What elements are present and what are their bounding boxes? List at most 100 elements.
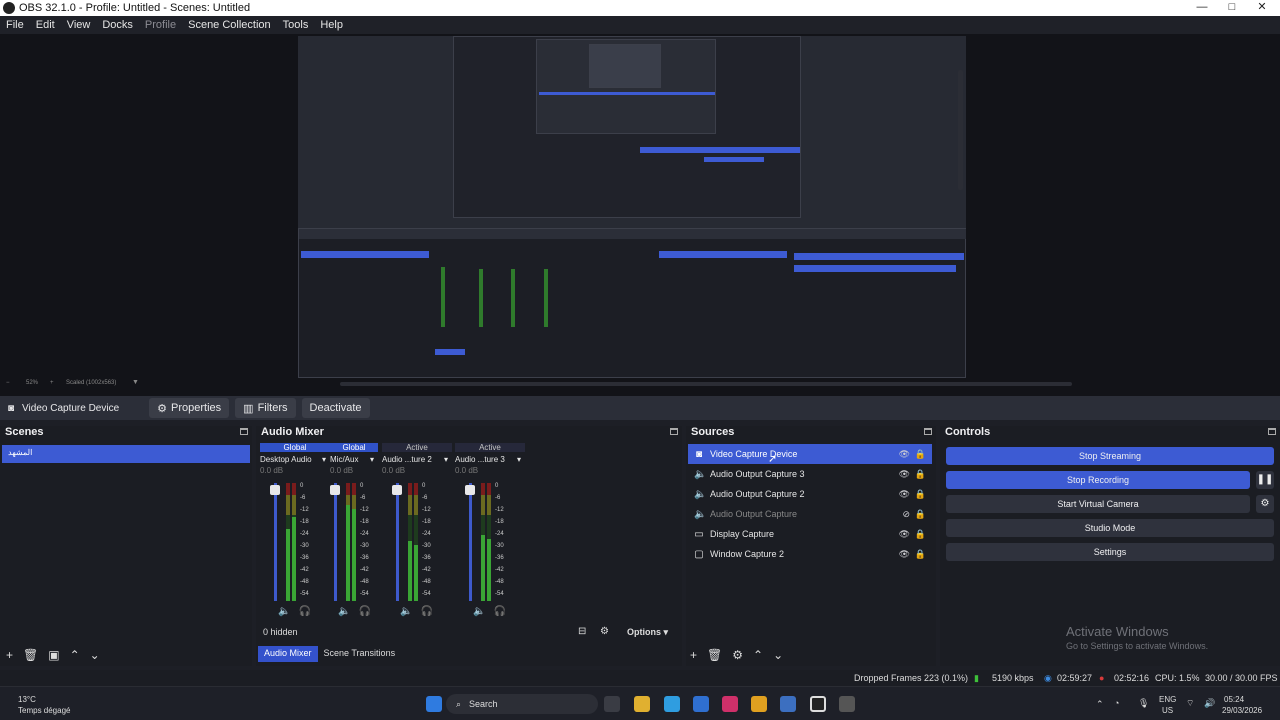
menu-docks[interactable]: Docks (102, 19, 133, 31)
speaker-icon[interactable]: 🔈 (278, 606, 290, 617)
deactivate-button[interactable]: Deactivate (301, 398, 370, 418)
strip-name[interactable]: Desktop Audio ▾ (260, 455, 330, 464)
close-button[interactable]: ✕ (1248, 0, 1276, 16)
mixer-advanced-icon[interactable]: ⚙ (600, 626, 609, 637)
edge-icon[interactable] (664, 696, 680, 712)
tray-wifi-icon[interactable]: ⌔ (1186, 698, 1194, 709)
studio-mode-button[interactable]: Studio Mode (946, 519, 1274, 537)
fader-handle[interactable] (330, 485, 340, 495)
source-item-audio-output-3[interactable]: 🔈 Audio Output Capture 3 👁 🔒 (688, 464, 932, 484)
mixer-layout-icon[interactable]: ⊟ (578, 626, 586, 637)
chrome-icon[interactable] (751, 696, 767, 712)
eye-icon[interactable]: 👁 (899, 549, 910, 560)
start-virtual-camera-button[interactable]: Start Virtual Camera (946, 495, 1250, 513)
undock-icon[interactable] (1268, 428, 1276, 435)
headphones-icon[interactable]: 🎧 (420, 606, 432, 617)
clock-time[interactable]: 05:24 (1224, 695, 1244, 704)
scene-filters-icon[interactable]: ▣ (48, 648, 59, 662)
move-up-icon[interactable]: ⌃ (753, 648, 763, 662)
minimize-button[interactable]: — (1188, 0, 1216, 16)
add-scene-icon[interactable]: + (6, 648, 13, 662)
preview-canvas[interactable] (298, 36, 966, 378)
tray-chevron-icon[interactable]: ⌃ (1096, 699, 1104, 710)
scene-item[interactable]: المشهد (2, 445, 250, 463)
volume-fader[interactable] (392, 483, 402, 601)
file-explorer-icon[interactable] (634, 696, 650, 712)
fader-handle[interactable] (465, 485, 475, 495)
lock-icon[interactable]: 🔒 (915, 449, 926, 460)
chevron-down-icon[interactable]: ▾ (444, 455, 448, 464)
undock-icon[interactable] (924, 428, 932, 435)
lock-icon[interactable]: 🔒 (915, 509, 926, 520)
lock-icon[interactable]: 🔒 (915, 529, 926, 540)
source-item-audio-output[interactable]: 🔈 Audio Output Capture ⊘ 🔒 (688, 504, 932, 524)
eye-icon[interactable]: 👁 (899, 449, 910, 460)
eye-icon[interactable]: 👁 (899, 489, 910, 500)
zoom-dropdown-icon[interactable]: ▼ (132, 379, 139, 386)
speaker-icon[interactable]: 🔈 (473, 606, 485, 617)
menu-tools[interactable]: Tools (283, 19, 309, 31)
settings-taskbar-icon[interactable] (839, 696, 855, 712)
headphones-icon[interactable]: 🎧 (358, 606, 370, 617)
windows-start-icon[interactable] (426, 696, 442, 712)
lock-icon[interactable]: 🔒 (915, 489, 926, 500)
fader-handle[interactable] (392, 485, 402, 495)
tab-scene-transitions[interactable]: Scene Transitions (318, 646, 402, 662)
undock-icon[interactable] (670, 428, 678, 435)
eye-icon[interactable]: 👁 (899, 469, 910, 480)
zoom-out-icon[interactable]: − (6, 380, 10, 386)
task-view-icon[interactable] (604, 696, 620, 712)
move-down-icon[interactable]: ⌄ (90, 648, 100, 662)
menu-help[interactable]: Help (320, 19, 343, 31)
remove-source-icon[interactable]: 🗑 (707, 648, 722, 662)
tray-network-icon[interactable]: ◔ (1114, 698, 1119, 708)
clock-date[interactable]: 29/03/2026 (1222, 706, 1262, 715)
headphones-icon[interactable]: 🎧 (493, 606, 505, 617)
pause-icon[interactable]: ❚❚ (1256, 471, 1274, 489)
menu-profile[interactable]: Profile (145, 19, 176, 31)
fader-handle[interactable] (270, 485, 280, 495)
headphones-icon[interactable]: 🎧 (298, 606, 310, 617)
volume-fader[interactable] (330, 483, 340, 601)
obs-taskbar-icon[interactable] (810, 696, 826, 712)
taskbar-search[interactable]: ⌕ Search (446, 694, 598, 714)
preview-horizontal-scrollbar[interactable] (340, 382, 1072, 386)
chevron-down-icon[interactable]: ▾ (322, 455, 326, 464)
stop-recording-button[interactable]: Stop Recording (946, 471, 1250, 489)
undock-icon[interactable] (240, 428, 248, 435)
volume-fader[interactable] (465, 483, 475, 601)
menu-edit[interactable]: Edit (36, 19, 55, 31)
menu-scene-collection[interactable]: Scene Collection (188, 19, 271, 31)
tray-volume-icon[interactable]: 🔊 (1204, 698, 1215, 709)
tab-audio-mixer[interactable]: Audio Mixer (258, 646, 318, 662)
lock-icon[interactable]: 🔒 (915, 469, 926, 480)
app-icon[interactable] (780, 696, 796, 712)
move-up-icon[interactable]: ⌃ (70, 648, 80, 662)
gear-icon[interactable]: ⚙ (1256, 495, 1274, 513)
store-icon[interactable] (693, 696, 709, 712)
instagram-icon[interactable] (722, 696, 738, 712)
mixer-options-button[interactable]: Options ▾ (627, 627, 668, 638)
stop-streaming-button[interactable]: Stop Streaming (946, 447, 1274, 465)
properties-button[interactable]: ⚙ Properties (149, 398, 230, 418)
add-source-icon[interactable]: + (690, 648, 697, 662)
menu-view[interactable]: View (67, 19, 91, 31)
strip-name[interactable]: Mic/Aux ▾ (330, 455, 378, 464)
volume-fader[interactable] (270, 483, 280, 601)
strip-name[interactable]: Audio ...ture 2 ▾ (382, 455, 452, 464)
eye-hidden-icon[interactable]: ⊘ (902, 509, 910, 520)
lang-2[interactable]: US (1162, 706, 1173, 715)
tray-mic-icon[interactable]: 🎙 (1138, 698, 1149, 709)
preview-vertical-scrollbar[interactable] (958, 70, 963, 190)
chevron-down-icon[interactable]: ▾ (370, 455, 374, 464)
strip-name[interactable]: Audio ...ture 3 ▾ (455, 455, 525, 464)
chevron-down-icon[interactable]: ▾ (517, 455, 521, 464)
maximize-button[interactable]: □ (1218, 0, 1246, 16)
source-settings-icon[interactable]: ⚙ (732, 648, 743, 662)
source-item-video-capture[interactable]: ◙ Video Capture Device 👁 🔒 (688, 444, 932, 464)
speaker-icon[interactable]: 🔈 (338, 606, 350, 617)
eye-icon[interactable]: 👁 (899, 529, 910, 540)
source-item-window-capture-2[interactable]: ▢ Window Capture 2 👁 🔒 (688, 544, 932, 564)
zoom-in-icon[interactable]: + (50, 380, 54, 386)
menu-file[interactable]: File (6, 19, 24, 31)
